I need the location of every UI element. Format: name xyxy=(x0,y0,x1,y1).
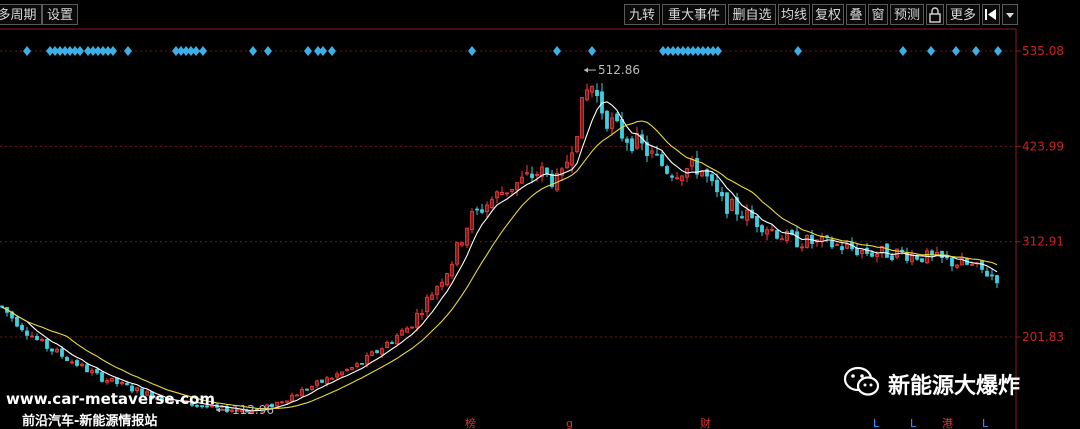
event-diamond-marker[interactable] xyxy=(952,46,960,56)
price-axis: 535.08 423.99 312.91 201.83 xyxy=(1016,44,1064,344)
event-diamond-marker[interactable] xyxy=(23,46,31,56)
multi-period-button[interactable]: 多周期 xyxy=(0,4,42,25)
overlay-button[interactable]: 叠 xyxy=(846,4,866,25)
event-diamond-marker[interactable] xyxy=(588,46,596,56)
wechat-account-name: 新能源大爆炸 xyxy=(888,374,1021,399)
event-diamond-marker[interactable] xyxy=(899,46,907,56)
event-diamond-marker[interactable] xyxy=(76,46,84,56)
bottom-event-marker[interactable]: L xyxy=(873,417,880,429)
event-diamond-marker[interactable] xyxy=(927,46,935,56)
price-axis-label: 312.91 xyxy=(1022,235,1064,249)
major-events-button[interactable]: 重大事件 xyxy=(662,4,726,25)
bottom-event-marker[interactable]: 港 xyxy=(942,417,953,429)
event-diamond-marker[interactable] xyxy=(199,46,207,56)
watermark-site-name: 前沿汽车-新能源情报站 xyxy=(22,414,158,429)
restore-rights-button[interactable]: 复权 xyxy=(812,4,844,25)
event-diamond-marker[interactable] xyxy=(468,46,476,56)
more-button[interactable]: 更多 xyxy=(946,4,980,25)
event-diamond-marker[interactable] xyxy=(994,46,1002,56)
event-diamond-marker[interactable] xyxy=(264,46,272,56)
event-diamond-marker[interactable] xyxy=(319,46,327,56)
price-axis-label: 423.99 xyxy=(1022,139,1064,153)
bottom-markers: 榜g财LL港L xyxy=(465,416,989,429)
bottom-event-marker[interactable]: g xyxy=(566,417,573,429)
event-diamond-marker[interactable] xyxy=(972,46,980,56)
event-diamond-marker[interactable] xyxy=(328,46,336,56)
bottom-event-marker[interactable]: 榜 xyxy=(465,416,476,429)
event-diamond-marker[interactable] xyxy=(124,46,132,56)
price-axis-label: 535.08 xyxy=(1022,44,1064,58)
watermark-url: www.car-metaverse.com xyxy=(6,390,216,408)
bottom-event-marker[interactable]: L xyxy=(982,417,989,429)
event-diamond-marker[interactable] xyxy=(714,46,722,56)
moving-average-button[interactable]: 均线 xyxy=(778,4,810,25)
lock-icon[interactable] xyxy=(926,4,944,25)
event-diamond-marker[interactable] xyxy=(304,46,312,56)
chart-toolbar: 多周期 设置 九转 重大事件 删自选 均线 复权 叠 窗 预测 更多 xyxy=(0,0,1080,29)
event-diamond-marker[interactable] xyxy=(794,46,802,56)
forecast-button[interactable]: 预测 xyxy=(890,4,924,25)
bottom-event-marker[interactable]: L xyxy=(910,417,917,429)
event-diamond-marker[interactable] xyxy=(553,46,561,56)
pin-icon[interactable] xyxy=(982,4,1000,25)
extreme-labels: 512.86 112.96 xyxy=(216,63,640,417)
settings-button[interactable]: 设置 xyxy=(42,4,78,25)
event-diamond-marker[interactable] xyxy=(109,46,117,56)
event-diamond-marker[interactable] xyxy=(192,46,200,56)
low-price-label: 112.96 xyxy=(232,403,274,417)
nine-turn-button[interactable]: 九转 xyxy=(624,4,660,25)
remove-watchlist-button[interactable]: 删自选 xyxy=(728,4,776,25)
price-axis-label: 201.83 xyxy=(1022,330,1064,344)
event-diamond-marker[interactable] xyxy=(249,46,257,56)
bottom-event-marker[interactable]: 财 xyxy=(700,416,711,429)
window-button[interactable]: 窗 xyxy=(868,4,888,25)
chevron-down-icon[interactable] xyxy=(1002,4,1018,25)
wechat-icon xyxy=(843,366,880,396)
high-price-label: 512.86 xyxy=(598,63,640,77)
